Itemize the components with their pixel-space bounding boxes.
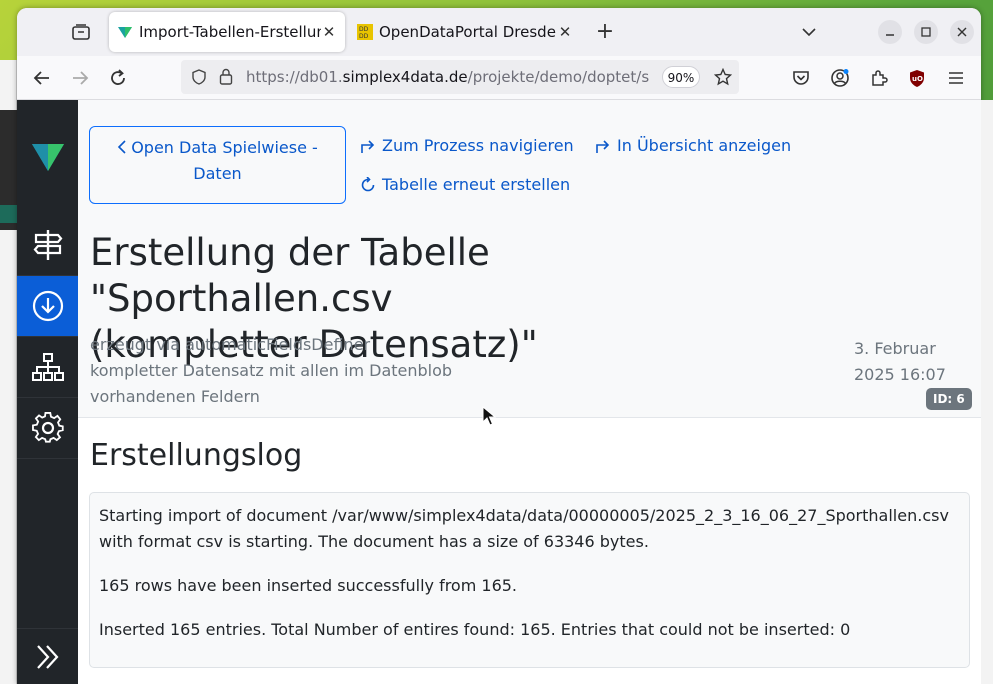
pocket-icon: [793, 71, 809, 85]
ublock-shield-icon: uO: [910, 69, 924, 87]
logo-icon: [31, 144, 64, 171]
mouse-cursor-icon: [482, 406, 496, 426]
reload-button[interactable]: [104, 64, 132, 92]
recreate-table-label: Tabelle erneut erstellen: [382, 175, 571, 194]
log-line: 165 rows have been inserted successfully…: [99, 576, 518, 595]
navigate-process-label: Zum Prozess navigieren: [382, 136, 574, 155]
tab-title: Import-Tabellen-Erstellun: [139, 23, 321, 41]
tab-overview-button[interactable]: [65, 18, 97, 46]
background-window-edge: [0, 60, 17, 684]
navigation-bar: https://db01.simplex4data.de/projekte/de…: [17, 56, 981, 100]
arrow-right-icon: [73, 71, 89, 85]
minimize-button[interactable]: [878, 20, 902, 44]
sidebar-item-structure[interactable]: [17, 337, 78, 398]
url-prefix: https://db01.: [246, 68, 343, 86]
back-button-label-2: Daten: [193, 164, 242, 183]
account-button[interactable]: [826, 64, 854, 92]
refresh-icon: [361, 176, 375, 191]
forward-button[interactable]: [66, 64, 94, 92]
page-title-line1: Erstellung der Tabelle "Sporthallen.csv: [90, 231, 490, 320]
puzzle-icon: [872, 70, 888, 86]
tab-opendataportal[interactable]: DD DD OpenDataPortal Dresden ✕: [349, 12, 581, 52]
tab-title: OpenDataPortal Dresden: [379, 23, 557, 41]
arrow-turn-right-icon: [596, 139, 610, 153]
tab-close-icon[interactable]: ✕: [557, 23, 573, 41]
table-description: erzeugt via automaticFieldsDefiner kompl…: [90, 332, 470, 410]
lock-icon[interactable]: [219, 68, 233, 85]
log-section-title: Erstellungslog: [90, 438, 303, 473]
shield-icon[interactable]: [191, 69, 207, 85]
simplex-favicon-icon: [118, 27, 132, 38]
web-page: Open Data Spielwiese - Daten Zum Prozess…: [17, 100, 981, 684]
reload-icon: [111, 69, 125, 85]
tab-close-icon[interactable]: ✕: [321, 23, 337, 41]
log-line: Starting import of document /var/www/sim…: [99, 506, 949, 551]
id-badge: ID: 6: [926, 388, 972, 410]
pocket-button[interactable]: [787, 64, 815, 92]
url-host: simplex4data.de: [342, 68, 468, 86]
url-text[interactable]: https://db01.simplex4data.de/projekte/de…: [246, 68, 651, 86]
back-button[interactable]: [28, 64, 56, 92]
date-line: 2025 16:07: [854, 365, 946, 384]
main-content: Open Data Spielwiese - Daten Zum Prozess…: [78, 100, 981, 684]
new-tab-button[interactable]: +: [591, 18, 619, 46]
svg-text:uO: uO: [912, 75, 923, 83]
sidebar-item-settings[interactable]: [17, 398, 78, 459]
url-path: /projekte/demo/doptet/s: [467, 68, 650, 86]
chevron-left-icon: [118, 140, 126, 154]
zoom-level-button[interactable]: 90%: [662, 66, 700, 88]
ublock-button[interactable]: uO: [903, 64, 931, 92]
table-header-section: Open Data Spielwiese - Daten Zum Prozess…: [78, 100, 981, 418]
sidebar-item-navigation[interactable]: [17, 215, 78, 276]
url-bar[interactable]: https://db01.simplex4data.de/projekte/de…: [181, 60, 739, 94]
signpost-icon: [33, 230, 62, 260]
maximize-icon: [921, 27, 931, 37]
tab-import-tabellen[interactable]: Import-Tabellen-Erstellun ✕: [109, 12, 345, 52]
recreate-table-link[interactable]: Tabelle erneut erstellen: [360, 175, 570, 194]
bookmark-star-icon[interactable]: [714, 68, 732, 86]
background-strip: [0, 205, 17, 223]
list-all-tabs-button[interactable]: [797, 20, 821, 44]
hamburger-menu-icon: [949, 72, 963, 84]
close-icon: [957, 27, 967, 37]
app-sidebar: [17, 100, 78, 684]
tab-list-icon: [72, 24, 90, 40]
expand-icon: [36, 644, 58, 669]
description-line: vorhandenen Feldern: [90, 387, 260, 406]
description-line: erzeugt via automaticFieldsDefiner: [90, 335, 371, 354]
menu-button[interactable]: [942, 64, 970, 92]
arrow-left-icon: [33, 71, 49, 85]
back-button-label: Open Data Spielwiese -: [131, 138, 318, 157]
log-line: Inserted 165 entries. Total Number of en…: [99, 620, 851, 639]
opendata-favicon-icon: DDDD: [357, 24, 373, 40]
back-to-project-button[interactable]: Open Data Spielwiese - Daten: [89, 126, 346, 204]
tab-bar: Import-Tabellen-Erstellun ✕ DD DD OpenDat…: [17, 8, 981, 56]
svg-text:DD: DD: [359, 33, 369, 40]
log-box: Starting import of document /var/www/sim…: [89, 492, 970, 668]
gear-icon: [31, 412, 64, 443]
navigate-process-link[interactable]: Zum Prozess navigieren: [360, 136, 574, 155]
account-icon: [831, 69, 849, 87]
browser-window: Import-Tabellen-Erstellun ✕ DD DD OpenDat…: [17, 8, 981, 684]
sitemap-icon: [31, 353, 64, 381]
creation-date: 3. Februar 2025 16:07: [854, 336, 964, 388]
show-in-overview-link[interactable]: In Übersicht anzeigen: [595, 136, 791, 155]
sidebar-item-import[interactable]: [17, 276, 78, 337]
extensions-button[interactable]: [865, 64, 893, 92]
description-line: kompletter Datensatz mit allen im Datenb…: [90, 361, 453, 380]
arrow-turn-right-icon: [361, 139, 375, 153]
download-icon: [32, 290, 63, 322]
maximize-button[interactable]: [914, 20, 938, 44]
background-window-edge-right: [981, 100, 993, 684]
minimize-icon: [886, 34, 894, 36]
show-in-overview-label: In Übersicht anzeigen: [617, 136, 792, 155]
svg-text:DD: DD: [359, 26, 369, 33]
sidebar-logo[interactable]: [17, 126, 78, 188]
date-line: 3. Februar: [854, 339, 936, 358]
chevron-down-icon: [802, 28, 816, 36]
back-button-line1: Open Data Spielwiese -: [90, 135, 345, 161]
sidebar-expand-button[interactable]: [17, 628, 78, 684]
close-window-button[interactable]: [950, 20, 974, 44]
